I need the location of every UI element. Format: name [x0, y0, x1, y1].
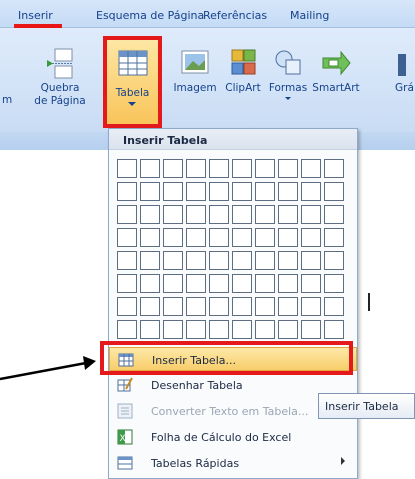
pointer-arrow-icon [0, 356, 96, 381]
